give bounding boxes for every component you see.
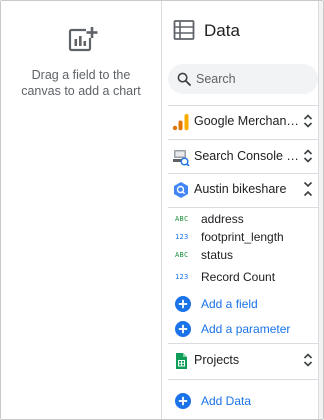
- divider: [168, 343, 318, 344]
- add-field-label: Add a field: [201, 297, 258, 311]
- search-input[interactable]: [196, 70, 306, 88]
- table-icon: [173, 20, 195, 40]
- divider: [168, 139, 318, 140]
- text-type-icon: ABC: [175, 215, 189, 223]
- field-name: Record Count: [201, 270, 276, 284]
- data-source-projects[interactable]: Projects: [168, 346, 318, 374]
- data-panel: Data Google Merchandi... Sea: [162, 1, 318, 419]
- data-source-name: Austin bikeshare: [194, 182, 287, 196]
- add-parameter-label: Add a parameter: [201, 322, 291, 336]
- data-panel-title: Data: [204, 21, 240, 40]
- add-circle-icon: [175, 321, 191, 337]
- divider: [168, 379, 318, 380]
- search-console-icon: [173, 150, 190, 166]
- field-name: address: [201, 212, 244, 226]
- data-source-name: Search Console htt...: [194, 149, 300, 163]
- search-icon: [177, 72, 191, 86]
- expand-collapse-icon[interactable]: [302, 113, 314, 129]
- expand-collapse-icon[interactable]: [302, 352, 314, 368]
- add-field-button[interactable]: Add a field: [168, 293, 318, 315]
- add-parameter-button[interactable]: Add a parameter: [168, 318, 318, 340]
- canvas-hint-line2: canvas to add a chart: [21, 84, 141, 98]
- text-type-icon: ABC: [175, 251, 189, 259]
- right-pane-edge: [318, 1, 323, 419]
- add-circle-icon: [175, 296, 191, 312]
- divider: [168, 173, 318, 174]
- divider: [168, 105, 318, 106]
- add-data-label: Add Data: [201, 394, 252, 408]
- field-row[interactable]: ABC status: [168, 246, 318, 264]
- expand-collapse-icon[interactable]: [302, 148, 314, 164]
- sheets-icon: [176, 353, 187, 369]
- divider: [168, 207, 318, 208]
- add-chart-icon: [68, 27, 98, 52]
- field-name: footprint_length: [201, 230, 284, 244]
- field-row[interactable]: ABC address: [168, 210, 318, 228]
- data-source-austin-bikeshare[interactable]: Austin bikeshare: [168, 175, 318, 203]
- data-panel-header: Data: [162, 1, 318, 57]
- canvas-hint-line1: Drag a field to the: [31, 68, 131, 82]
- report-canvas[interactable]: Drag a field to the canvas to add a char…: [1, 1, 161, 419]
- data-source-name: Google Merchandi...: [194, 114, 300, 128]
- field-row[interactable]: 123 footprint_length: [168, 228, 318, 246]
- number-type-icon: 123: [175, 233, 189, 241]
- search-box[interactable]: [168, 64, 318, 94]
- data-source-search-console[interactable]: Search Console htt...: [168, 142, 318, 170]
- bigquery-icon: [174, 182, 188, 198]
- add-circle-icon: [175, 393, 191, 409]
- field-name: status: [201, 248, 234, 262]
- number-type-icon: 123: [175, 273, 189, 281]
- analytics-icon: [172, 114, 189, 131]
- data-source-google-merchandise[interactable]: Google Merchandi...: [168, 107, 318, 135]
- data-source-name: Projects: [194, 353, 240, 367]
- field-row[interactable]: 123 Record Count: [168, 268, 318, 286]
- add-data-button[interactable]: Add Data: [168, 390, 318, 412]
- canvas-hint: Drag a field to the canvas to add a char…: [5, 67, 157, 99]
- collapse-icon[interactable]: [302, 181, 314, 197]
